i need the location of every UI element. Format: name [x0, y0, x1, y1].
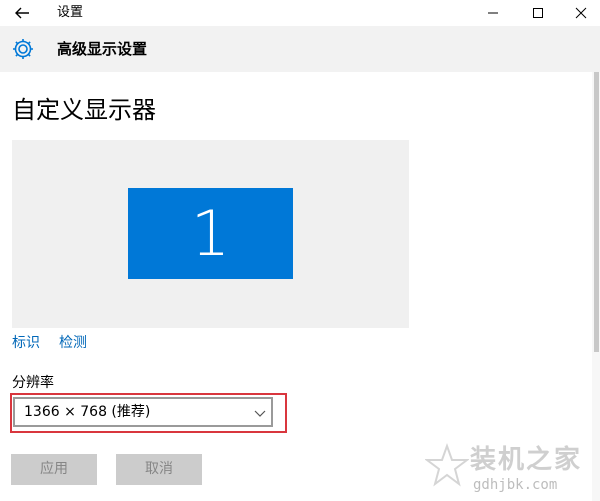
- maximize-button[interactable]: [527, 3, 549, 23]
- title-bar: 设置: [0, 0, 600, 26]
- minimize-button[interactable]: [482, 3, 504, 23]
- resolution-label: 分辨率: [12, 375, 54, 391]
- arrow-left-icon: [15, 7, 29, 19]
- scrollbar-thumb[interactable]: [594, 72, 599, 352]
- page-title: 自定义显示器: [12, 96, 156, 124]
- detect-link[interactable]: 检测: [59, 333, 87, 353]
- monitor-number: 1: [190, 197, 231, 270]
- watermark-text: 装机之家: [470, 445, 583, 475]
- watermark-url: gdhjbk.com: [473, 477, 558, 493]
- page-header: 高级显示设置: [0, 26, 600, 72]
- minimize-icon: [488, 12, 498, 14]
- back-button[interactable]: [10, 3, 34, 23]
- display-preview: 1: [12, 140, 409, 328]
- gear-icon: [13, 39, 33, 59]
- identify-link[interactable]: 标识: [12, 333, 40, 353]
- header-title: 高级显示设置: [57, 40, 148, 58]
- resolution-dropdown[interactable]: 1366 × 768 (推荐): [13, 397, 273, 427]
- monitor-tile[interactable]: 1: [128, 188, 293, 279]
- maximize-icon: [533, 8, 543, 18]
- close-icon: [575, 7, 587, 19]
- chevron-down-icon: [254, 410, 266, 417]
- apply-button[interactable]: 应用: [11, 454, 97, 485]
- cancel-button[interactable]: 取消: [116, 454, 202, 485]
- star-logo-icon: [425, 443, 469, 487]
- close-button[interactable]: [570, 3, 592, 23]
- window-title: 设置: [57, 5, 84, 20]
- watermark: 装机之家 gdhjbk.com: [425, 441, 595, 497]
- resolution-value: 1366 × 768 (推荐): [24, 404, 151, 420]
